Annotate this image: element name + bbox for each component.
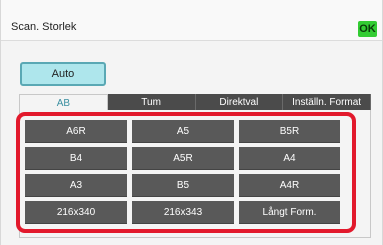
size-button-216x340[interactable]: 216x340 [25,201,127,224]
size-button-216x343[interactable]: 216x343 [132,201,234,224]
size-button-a5r[interactable]: A5R [132,147,234,170]
size-button-b5r[interactable]: B5R [239,120,340,143]
auto-button[interactable]: Auto [20,62,106,86]
size-button-b4[interactable]: B4 [25,147,127,170]
size-button-a4r[interactable]: A4R [239,174,340,197]
size-button-b5[interactable]: B5 [132,174,234,197]
size-tabs: AB Tum Direktval Inställn. Format [19,94,371,111]
ok-button[interactable]: OK [358,21,377,37]
size-button-a4[interactable]: A4 [239,147,340,170]
size-button-a3[interactable]: A3 [25,174,127,197]
tab-tum[interactable]: Tum [107,94,196,111]
title-bar: Scan. Storlek OK [1,0,382,41]
size-button-grid: A6R A5 B5R B4 A5R A4 A3 B5 A4R 216x340 2… [25,120,342,224]
tab-ab[interactable]: AB [19,94,108,111]
tab-direktval[interactable]: Direktval [195,94,284,111]
tab-installn-format[interactable]: Inställn. Format [283,94,371,111]
dialog-title: Scan. Storlek [11,21,77,33]
scan-size-dialog: Scan. Storlek OK Auto AB Tum Direktval I… [0,0,383,245]
size-button-a6r[interactable]: A6R [25,120,127,143]
size-button-long-format[interactable]: Långt Form. [239,201,340,224]
size-button-a5[interactable]: A5 [132,120,234,143]
